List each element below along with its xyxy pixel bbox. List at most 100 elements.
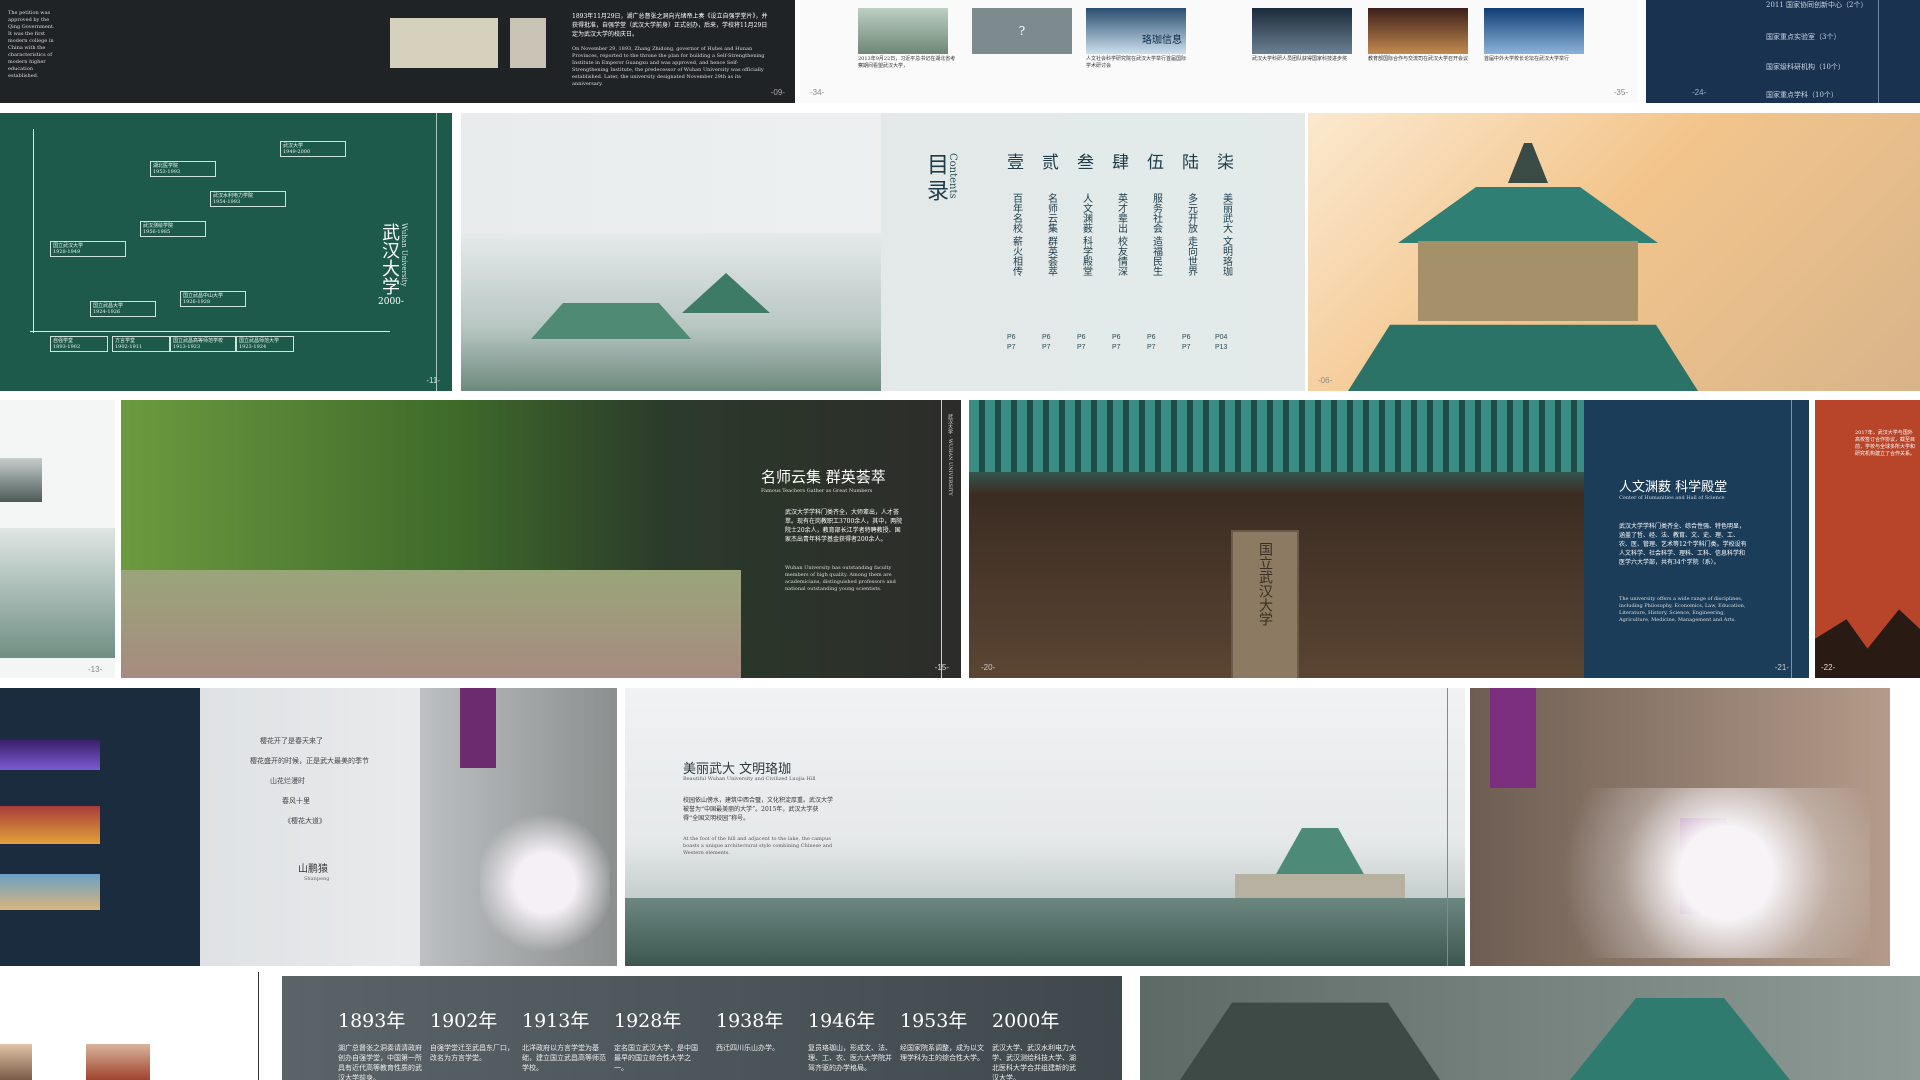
stone-plaque: 国立武汉大学 xyxy=(1231,530,1299,678)
page-rule xyxy=(436,113,437,391)
page-number-15: -15- xyxy=(934,663,949,672)
stat-line-3: 国家级科研机构（10个） xyxy=(1766,63,1845,71)
spread-partial-right: 2017年，武汉大学与国外高校签订合作协议，截至目前，学校与全球多所大学和研究机… xyxy=(1815,400,1920,678)
poem-line-4: 春风十里 xyxy=(282,797,310,805)
spread-people-partial xyxy=(0,972,275,1080)
forest-title: 名师云集 群英荟萃 xyxy=(761,468,886,486)
stat-line-4: 国家重点学科（10个） xyxy=(1766,91,1838,99)
page-rule xyxy=(1791,400,1792,678)
beautiful-body-cn: 校园依山傍水，建筑中西合璧，文化积淀厚重。武汉大学被誉为“中国最美丽的大学”。2… xyxy=(683,797,834,822)
toc-item-6[interactable]: 陆多元开放 走向世界 xyxy=(1176,153,1206,290)
history-tree: 自强学堂 1893-1902 方言学堂 1902-1911 国立武昌高等师范学校 19… xyxy=(30,121,390,377)
toc-page-4: P6 P7 xyxy=(1112,334,1121,351)
aerial-roof-left xyxy=(1180,1002,1440,1080)
spread-research-stats: 2011 国家协同创新中心（2个） 国家重点实验室（3个） 国家级科研机构（10… xyxy=(1646,0,1920,103)
node-9: 武汉水利电力学院 1954-1993 xyxy=(210,191,286,207)
event-photo-1 xyxy=(1252,8,1352,54)
spread-cherry-window xyxy=(1470,688,1890,966)
node-4: 国立武昌师范大学 1923-1924 xyxy=(236,336,294,352)
page-number-35: -35- xyxy=(1613,88,1628,97)
partial-photo-1 xyxy=(0,458,42,502)
node-5: 国立武昌大学 1924-1926 xyxy=(90,301,156,317)
spread-humanities: 国立武汉大学 人文渊薮 科学殿堂 Center of Humanities an… xyxy=(969,400,1809,678)
campus-treeline xyxy=(625,898,1465,966)
toc-title-en: Contents xyxy=(947,153,958,199)
page-rule xyxy=(1447,688,1448,966)
building-photo xyxy=(0,874,100,910)
aerial-roof-right xyxy=(1570,998,1790,1080)
green-roof-building xyxy=(682,273,770,313)
pagoda-top xyxy=(1508,143,1548,183)
spread-cherry-poem: 樱花开了是春天来了 樱花盛开的时候，正是武大最美的季节 山花烂漫时 春风十里 《… xyxy=(0,688,617,966)
toc-item-1[interactable]: 壹百年名校 薪火相传 xyxy=(1001,153,1031,290)
green-roof-hall xyxy=(531,303,691,339)
node-8: 武汉测绘学院 1956-1985 xyxy=(140,221,206,237)
caption-3: 武汉大学科研人员团队获得国家科技进步奖 xyxy=(1252,56,1348,62)
zhang-zhidong-portrait xyxy=(510,18,546,68)
toc-item-7[interactable]: 柒美丽武大 文明珞珈 xyxy=(1211,153,1241,290)
beautiful-body-en: At the foot of the hill and adjacent to … xyxy=(683,836,833,856)
poem-line-1: 樱花开了是春天来了 xyxy=(260,737,323,745)
toc-page-3: P6 P7 xyxy=(1077,334,1086,351)
teal-roof-upper xyxy=(1398,187,1658,243)
node-7: 国立武汉大学 1928-1949 xyxy=(50,241,126,257)
plaque-text: 国立武汉大学 xyxy=(1257,542,1273,626)
side-label: 武汉大学 · WUHAN UNIVERSITY xyxy=(947,414,953,496)
side-text: The petition was approved by the Qing Go… xyxy=(8,10,55,79)
spread-table-of-contents: 目录 Contents 壹百年名校 薪火相传 贰名师云集 群英荟萃 叁人文渊薮 … xyxy=(461,113,1305,391)
spread-beautiful-campus: 美丽武大 文明珞珈 Beautiful Wuhan University and… xyxy=(625,688,1465,966)
partial-text: 2017年，武汉大学与国外高校签订合作协议，截至目前，学校与全球多所大学和研究机… xyxy=(1855,430,1916,457)
humanities-title: 人文渊薮 科学殿堂 xyxy=(1619,480,1728,495)
forest-body-cn: 武汉大学学科门类齐全，大师辈出，人才荟萃。现有在岗教职工3700余人，其中，两院… xyxy=(785,509,903,543)
cherry-blossom-photo xyxy=(420,688,617,966)
toc-item-3[interactable]: 叁人文渊薮 科学殿堂 xyxy=(1071,153,1101,290)
teal-roof-lower xyxy=(1348,324,1698,391)
chart-year: 2000- xyxy=(378,297,404,307)
spread-research-photos: ? 珞珈信息 2013年9月22日，习近平总书记在湖北省考察期间看望武汉大学， … xyxy=(800,0,1638,103)
node-10: 湖北医学院 1953-1993 xyxy=(150,161,216,177)
page-number-06: -06- xyxy=(1318,376,1333,385)
placeholder-label: ? xyxy=(1018,24,1026,38)
toc-item-4[interactable]: 肆英才辈出 校友情深 xyxy=(1106,153,1136,290)
page-number-34: -34- xyxy=(810,88,825,97)
node-11: 武汉大学 1949-2000 xyxy=(280,141,346,157)
timeline-2000: 2000年 武汉大学、武汉水利电力大学、武汉测绘科技大学、湖北医科大学合并组建新的… xyxy=(992,1010,1076,1080)
library-roof xyxy=(1275,828,1365,876)
toc-page-2: P6 P7 xyxy=(1042,334,1051,351)
purple-window xyxy=(460,688,496,768)
node-1: 自强学堂 1893-1902 xyxy=(50,336,108,352)
toc-page-5: P6 P7 xyxy=(1147,334,1156,351)
old-document-photo xyxy=(390,18,498,68)
page-number-20: -20- xyxy=(981,663,996,672)
poem-line-5: 《樱花大道》 xyxy=(284,817,326,825)
forest-body-en: Wuhan University has outstanding faculty… xyxy=(785,565,896,592)
spread-forest-teachers: 名师云集 群英荟萃 Famous Teachers Gather as Grea… xyxy=(121,400,961,678)
page-number-13: -13- xyxy=(88,665,103,674)
history-body-en: On November 29, 1893, Zhang Zhidong, gov… xyxy=(572,46,765,87)
caption-1: 2013年9月22日，习近平总书记在湖北省考察期间看望武汉大学， xyxy=(858,56,956,69)
timeline-1893: 1893年 湖广总督张之洞奏请清政府创办自强学堂，中国第一所具有近代高等教育性质的… xyxy=(338,1010,422,1080)
toc-item-5[interactable]: 伍服务社会 造福民生 xyxy=(1141,153,1171,290)
beautiful-subtitle: Beautiful Wuhan University and Civilized… xyxy=(683,776,816,782)
poem-author: 山鹏猿 xyxy=(298,864,328,875)
spread-timeline: 1893年 湖广总督张之洞奏请清政府创办自强学堂，中国第一所具有近代高等教育性质的… xyxy=(282,976,1122,1080)
purple-window-frame xyxy=(1490,688,1536,788)
spread-campus-aerial xyxy=(1140,976,1920,1080)
forest-subtitle: Famous Teachers Gather as Great Numbers xyxy=(761,488,873,494)
poem-panel: 樱花开了是春天来了 樱花盛开的时候，正是武大最美的季节 山花烂漫时 春风十里 《… xyxy=(200,688,617,966)
building-body xyxy=(1418,241,1638,321)
toc-page-1: P6 P7 xyxy=(1007,334,1016,351)
toc-item-2[interactable]: 贰名师云集 群英荟萃 xyxy=(1036,153,1066,290)
stage-photo xyxy=(0,740,100,770)
crowd-photo xyxy=(0,806,100,844)
spread-history-chart: 自强学堂 1893-1902 方言学堂 1902-1911 国立武昌高等师范学校 19… xyxy=(0,113,452,391)
poem-line-2: 樱花盛开的时候，正是武大最美的季节 xyxy=(250,757,369,765)
portrait-1 xyxy=(0,1044,32,1080)
forest-path-photo xyxy=(121,570,741,678)
event-photo-2 xyxy=(1368,8,1468,54)
timeline-1902: 1902年 自强学堂迁至武昌东厂口，改名为方言学堂。 xyxy=(430,1010,514,1062)
campus-misty-photo xyxy=(461,233,881,391)
toc-page-6: P6 P7 xyxy=(1182,334,1191,351)
timeline-1953: 1953年 经国家院系调整，成为以文理学科为主的综合性大学。 xyxy=(900,1010,984,1062)
page-number-11: -11- xyxy=(426,376,440,385)
